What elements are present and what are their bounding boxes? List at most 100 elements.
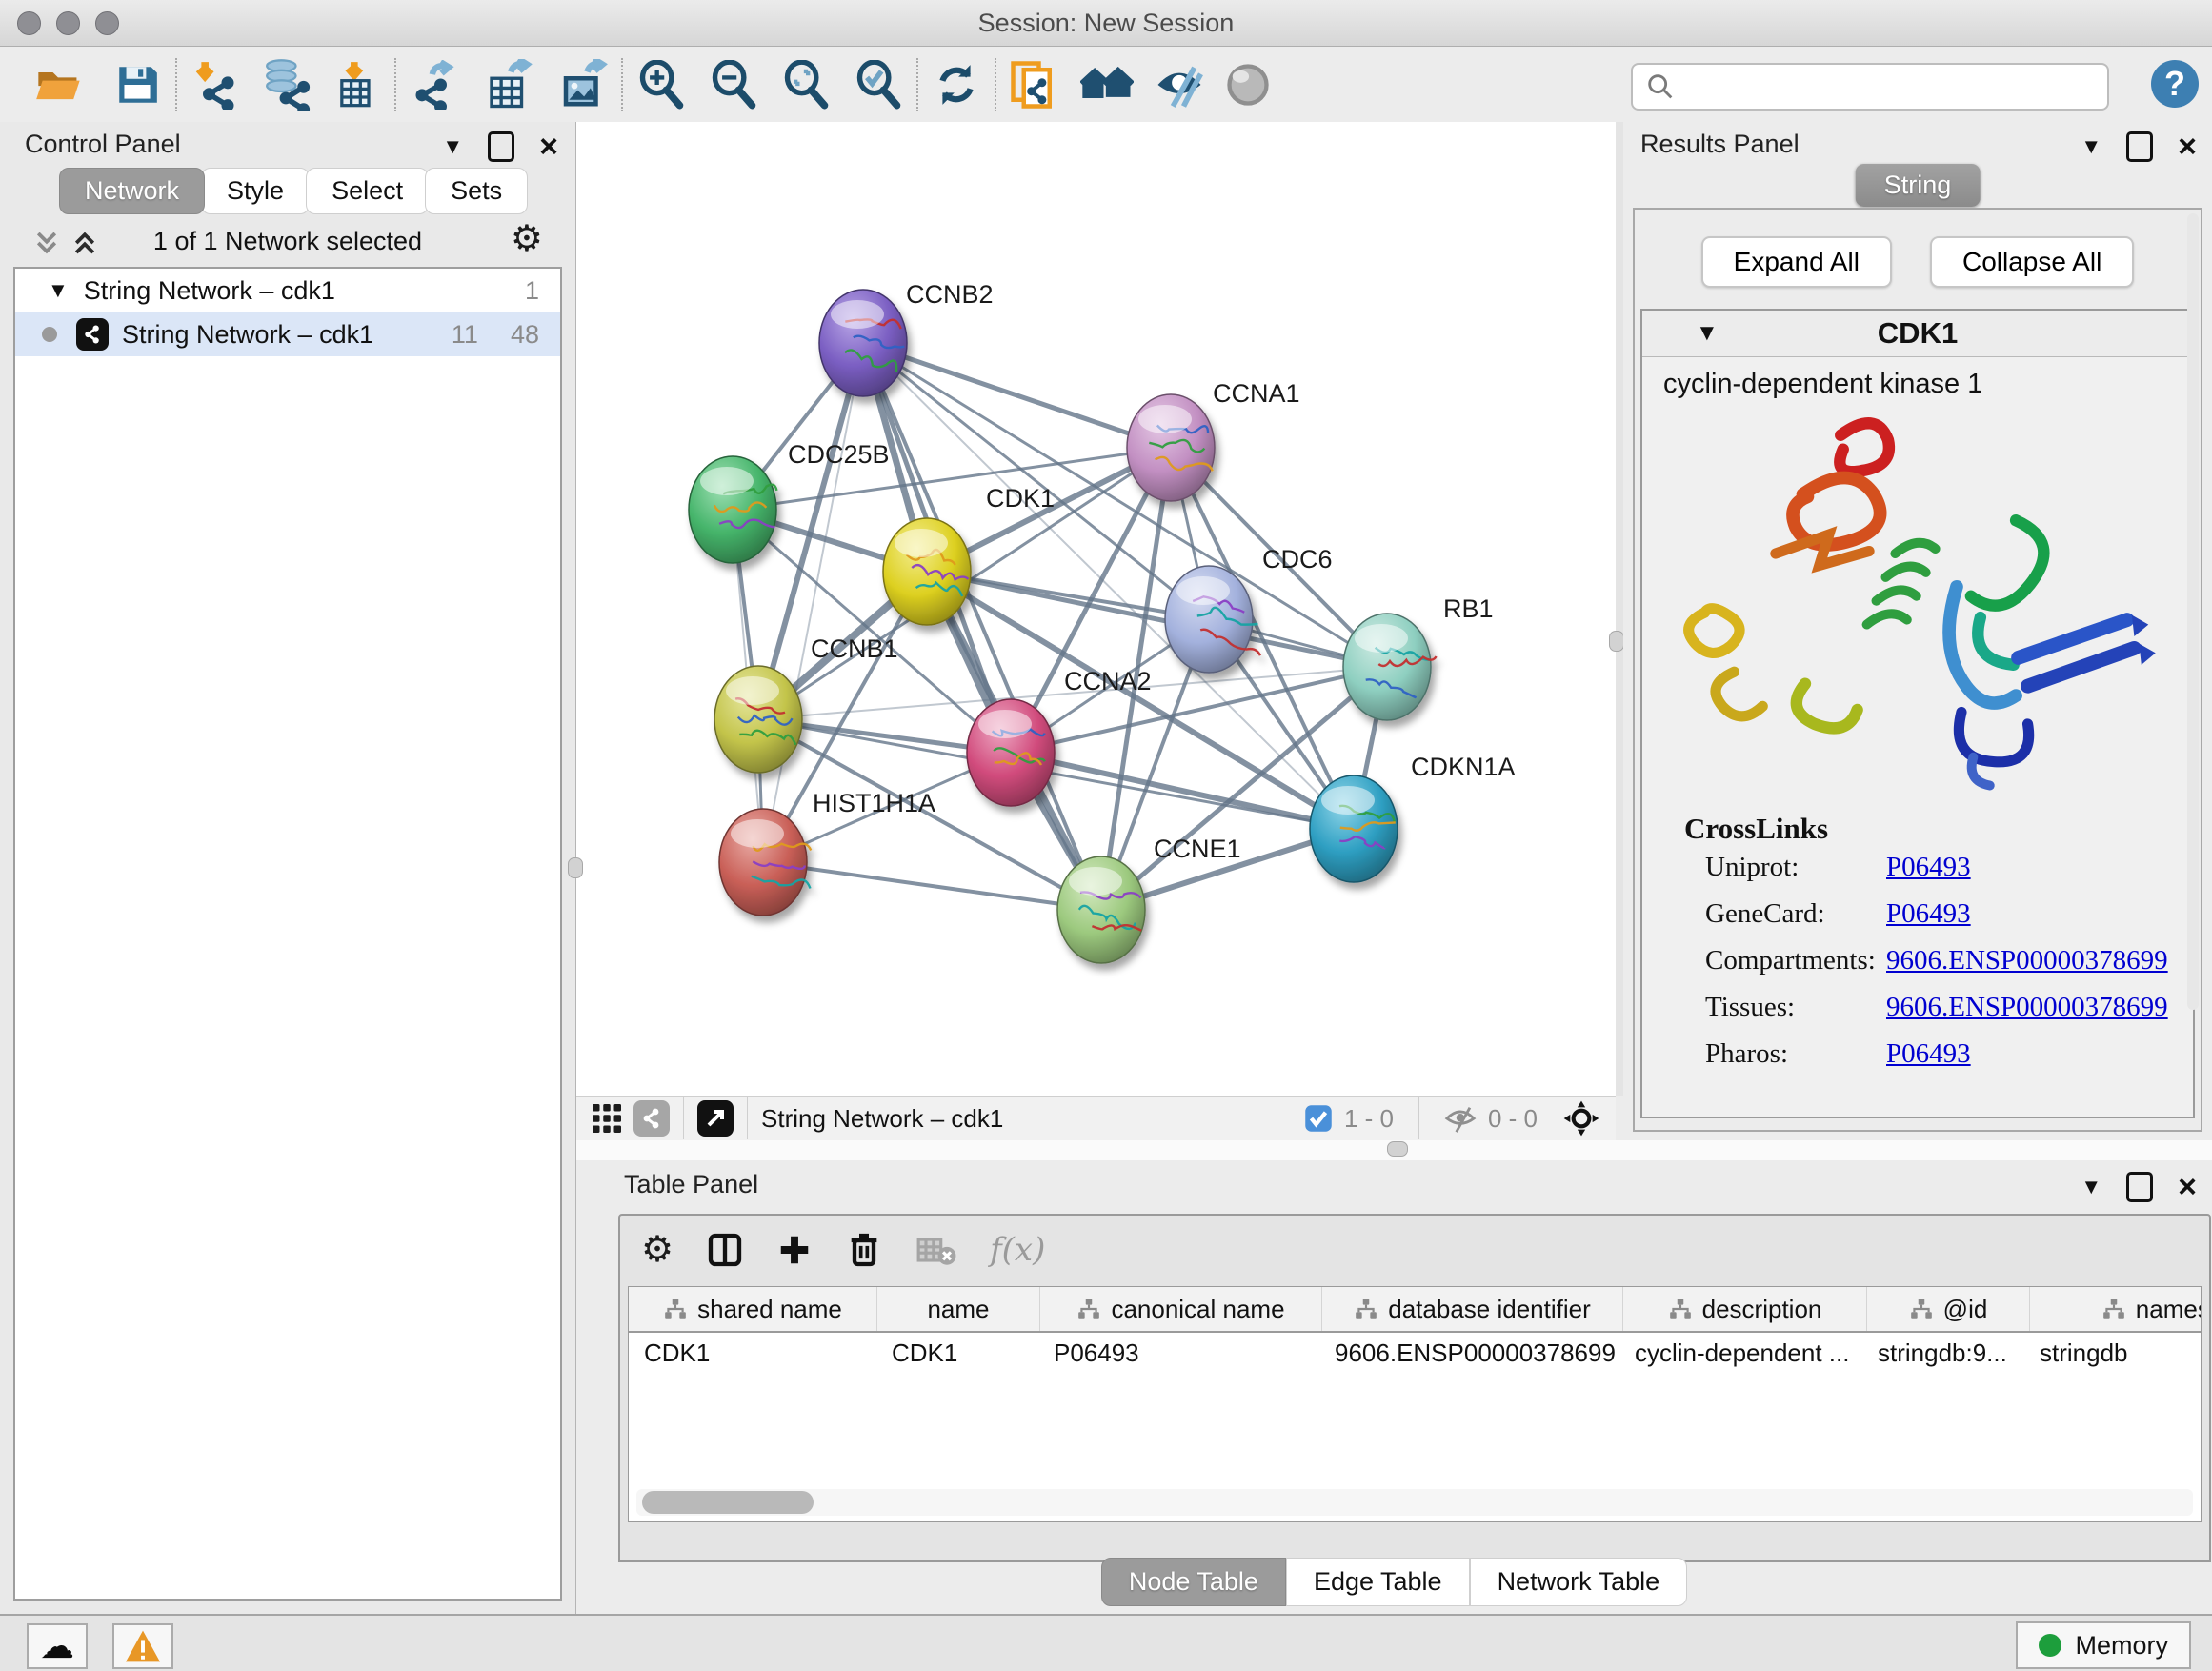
gene-header[interactable]: ▼ CDK1 <box>1642 311 2193 357</box>
close-panel-icon[interactable]: × <box>539 134 558 159</box>
network-options-gear-icon[interactable]: ⚙ <box>511 221 543 257</box>
export-table-button[interactable] <box>482 58 535 111</box>
import-network-file-button[interactable] <box>189 58 242 111</box>
node-CCNB1[interactable] <box>714 666 802 773</box>
tab-style[interactable]: Style <box>201 168 310 214</box>
collapse-all-button[interactable]: Collapse All <box>1930 236 2134 288</box>
close-panel-icon[interactable]: × <box>2178 1175 2197 1199</box>
node-CDKN1A[interactable] <box>1310 775 1398 882</box>
crosslink-link[interactable]: P06493 <box>1886 898 1971 930</box>
tab-sets[interactable]: Sets <box>425 168 528 214</box>
crosslink-link[interactable]: P06493 <box>1886 1038 1971 1070</box>
selected-checkbox-icon[interactable] <box>1304 1104 1333 1133</box>
node-CCNB2[interactable] <box>819 290 907 396</box>
grid-view-icon[interactable] <box>590 1101 624 1136</box>
column-header-database-identifier[interactable]: database identifier <box>1321 1287 1622 1331</box>
search-input[interactable] <box>1684 71 2098 103</box>
create-column-plus-icon[interactable] <box>776 1232 813 1268</box>
node-CDK1[interactable] <box>883 518 971 625</box>
string-network-graph[interactable]: CCNB2 CCNA1 CDC25B CDK1 CDC6 RB1 CCNB1 <box>576 122 1616 1096</box>
float-panel-icon[interactable] <box>488 131 514 162</box>
column-header-description[interactable]: description <box>1622 1287 1866 1331</box>
table-row[interactable]: CDK1CDK1P064939606.ENSP00000378699cyclin… <box>629 1333 2201 1375</box>
collapse-panel-icon[interactable]: ▼ <box>442 134 463 159</box>
node-HIST1H1A[interactable] <box>719 809 811 916</box>
application-window: Session: New Session <box>0 0 2212 1671</box>
tree-expander-icon[interactable]: ▼ <box>48 278 69 303</box>
network-collection-row[interactable]: ▼ String Network – cdk1 1 <box>15 269 560 312</box>
network-row-selected[interactable]: String Network – cdk1 11 48 <box>15 312 560 356</box>
window-title: Session: New Session <box>0 9 2212 38</box>
function-builder-icon[interactable]: f(x) <box>990 1231 1045 1269</box>
zoom-selected-button[interactable] <box>852 58 905 111</box>
edge-HIST1H1A-CCNE1[interactable] <box>763 862 1101 910</box>
search-icon <box>1644 70 1677 103</box>
show-columns-icon[interactable] <box>706 1231 744 1269</box>
import-table-file-button[interactable] <box>330 58 383 111</box>
column-header--id[interactable]: @id <box>1866 1287 2029 1331</box>
memory-button[interactable]: Memory <box>2016 1621 2191 1669</box>
float-panel-icon[interactable] <box>2126 1172 2153 1202</box>
network-share-view-icon[interactable] <box>633 1100 670 1137</box>
results-tab-string[interactable]: String <box>1856 164 1981 207</box>
delete-table-icon[interactable] <box>915 1229 957 1271</box>
export-network-button[interactable] <box>408 58 461 111</box>
table-options-gear-icon[interactable]: ⚙ <box>641 1232 674 1268</box>
zoom-in-button[interactable] <box>634 58 688 111</box>
column-header-name[interactable]: name <box>876 1287 1039 1331</box>
column-header-namespace[interactable]: namespace <box>2029 1287 2202 1331</box>
crosslink-link[interactable]: 9606.ENSP00000378699 <box>1886 992 2168 1023</box>
close-panel-icon[interactable]: × <box>2178 134 2197 159</box>
show-all-button[interactable] <box>1080 58 1134 111</box>
toolbar-search-box[interactable] <box>1631 63 2109 111</box>
column-header-shared-name[interactable]: shared name <box>629 1287 876 1331</box>
float-panel-icon[interactable] <box>2126 131 2153 162</box>
tab-edge-table[interactable]: Edge Table <box>1286 1558 1470 1606</box>
zoom-fit-button[interactable] <box>779 58 833 111</box>
network-canvas[interactable]: CCNB2 CCNA1 CDC25B CDK1 CDC6 RB1 CCNB1 <box>576 122 1616 1096</box>
node-CCNA2[interactable] <box>967 699 1055 806</box>
import-network-database-button[interactable] <box>259 58 312 111</box>
open-session-button[interactable] <box>32 58 86 111</box>
table-horizontal-scrollbar[interactable] <box>636 1489 2193 1516</box>
collapse-panel-icon[interactable]: ▼ <box>2081 1175 2101 1199</box>
hide-selected-button[interactable] <box>1153 58 1206 111</box>
crosslink-link[interactable]: 9606.ENSP00000378699 <box>1886 945 2168 976</box>
node-CCNE1[interactable] <box>1057 856 1145 963</box>
tab-network[interactable]: Network <box>59 168 205 214</box>
splitter-grip[interactable] <box>1387 1141 1408 1157</box>
column-header-canonical-name[interactable]: canonical name <box>1039 1287 1321 1331</box>
edge-CCNB2-CCNA1[interactable] <box>863 343 1171 448</box>
column-tree-icon <box>1354 1298 1378 1320</box>
zoom-out-button[interactable] <box>707 58 760 111</box>
cloud-status-button[interactable]: ☁ <box>27 1623 88 1669</box>
delete-column-trash-icon[interactable] <box>845 1231 883 1269</box>
scrollbar-thumb[interactable] <box>642 1491 814 1514</box>
tab-network-table[interactable]: Network Table <box>1470 1558 1688 1606</box>
save-session-button[interactable] <box>111 58 164 111</box>
results-scrollbar[interactable] <box>2187 213 2199 1010</box>
crosslink-link[interactable]: P06493 <box>1886 852 1971 883</box>
tab-node-table[interactable]: Node Table <box>1101 1558 1286 1606</box>
edge-CCNB2-HIST1H1A[interactable] <box>763 343 863 862</box>
warnings-button[interactable] <box>112 1623 173 1669</box>
node-RB1[interactable] <box>1343 614 1437 720</box>
node-CDC6[interactable] <box>1165 566 1260 673</box>
splitter-grip[interactable] <box>1609 631 1624 652</box>
expand-all-button[interactable]: Expand All <box>1701 236 1892 288</box>
splitter-grip[interactable] <box>568 857 583 878</box>
node-CDC25B[interactable] <box>689 456 776 563</box>
collapse-panel-icon[interactable]: ▼ <box>2081 134 2101 159</box>
tab-select[interactable]: Select <box>306 168 429 214</box>
refresh-button[interactable] <box>930 58 983 111</box>
first-neighbors-button[interactable] <box>1008 58 1061 111</box>
show-graphics-button[interactable] <box>1221 58 1275 111</box>
help-button[interactable]: ? <box>2151 60 2199 108</box>
birdseye-crosshair-icon[interactable] <box>1562 1099 1600 1137</box>
hidden-eye-slash-icon[interactable] <box>1444 1102 1477 1135</box>
node-CCNA1[interactable] <box>1127 394 1215 501</box>
export-image-button[interactable] <box>556 58 610 111</box>
zoom-out-icon <box>709 60 758 110</box>
detach-view-icon[interactable] <box>697 1100 734 1137</box>
splitter-vertical[interactable] <box>1616 122 1623 1096</box>
